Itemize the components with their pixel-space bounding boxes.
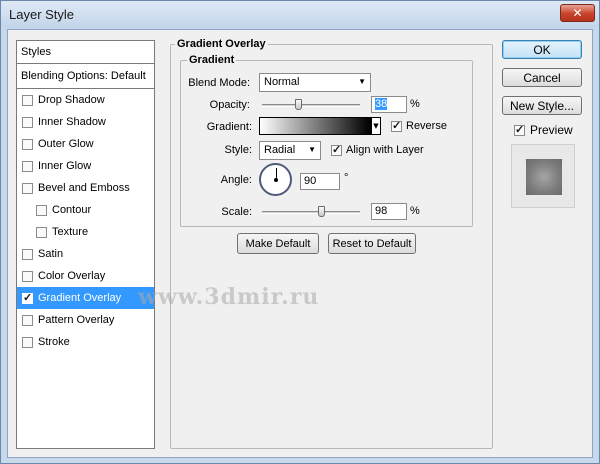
title-bar[interactable]: Layer Style ✕ — [1, 1, 599, 28]
align-layer-checkbox[interactable] — [331, 143, 342, 156]
sidebar-item-label: Satin — [38, 248, 64, 260]
dialog-client-area: Styles Blending Options: Default Drop Sh… — [7, 29, 593, 458]
style-value: Radial — [264, 144, 296, 156]
angle-value: 90 — [304, 175, 317, 187]
style-dropdown[interactable]: Radial ▼ — [259, 141, 321, 160]
sidebar-item-label: Inner Glow — [38, 160, 92, 172]
style-checkbox[interactable] — [22, 182, 33, 194]
chevron-down-icon: ▼ — [358, 77, 366, 86]
opacity-value: 38 — [375, 98, 388, 110]
sidebar-item-stroke[interactable]: Stroke — [17, 331, 154, 353]
sidebar-item-label: Pattern Overlay — [38, 314, 115, 326]
gradient-picker-arrow[interactable]: ▼ — [371, 117, 381, 135]
sidebar-item-drop-shadow[interactable]: Drop Shadow — [17, 89, 154, 111]
sidebar-item-texture[interactable]: Texture — [17, 221, 154, 243]
opacity-label: Opacity: — [209, 99, 250, 111]
sidebar-item-label: Bevel and Emboss — [38, 182, 130, 194]
sidebar-item-inner-glow[interactable]: Inner Glow — [17, 155, 154, 177]
angle-center-dot — [274, 178, 278, 182]
sidebar-item-contour[interactable]: Contour — [17, 199, 154, 221]
reverse-label: Reverse — [406, 120, 447, 132]
scale-unit: % — [410, 205, 420, 217]
blend-mode-value: Normal — [264, 76, 300, 88]
style-preview-thumbnail — [511, 144, 575, 208]
blending-options-item[interactable]: Blending Options: Default — [17, 64, 154, 89]
style-checkbox[interactable] — [22, 270, 33, 282]
close-button[interactable]: ✕ — [560, 4, 595, 22]
angle-dial[interactable] — [259, 163, 292, 196]
preview-label: Preview — [530, 123, 573, 137]
sidebar-item-label: Outer Glow — [38, 138, 94, 150]
watermark-text: www.3dmir.ru — [138, 284, 320, 310]
preview-checkbox[interactable] — [514, 123, 525, 136]
gradient-label: Gradient: — [206, 121, 252, 133]
angle-unit: ° — [344, 172, 349, 184]
style-checkbox[interactable] — [36, 204, 47, 216]
cancel-button[interactable]: Cancel — [502, 68, 582, 87]
chevron-down-icon: ▼ — [308, 145, 316, 154]
scale-slider-thumb[interactable] — [317, 206, 325, 217]
scale-slider-track[interactable] — [262, 211, 360, 214]
sidebar-item-satin[interactable]: Satin — [17, 243, 154, 265]
preview-checkbox-row[interactable]: Preview — [514, 123, 573, 137]
sidebar-item-pattern-overlay[interactable]: Pattern Overlay — [17, 309, 154, 331]
align-layer-checkbox-row[interactable]: Align with Layer — [331, 143, 424, 156]
sidebar-item-label: Texture — [52, 226, 89, 238]
opacity-input[interactable]: 38 — [371, 96, 407, 113]
style-checkbox[interactable] — [22, 160, 33, 172]
sidebar-item-bevel-and-emboss[interactable]: Bevel and Emboss — [17, 177, 154, 199]
styles-list: Styles Blending Options: Default Drop Sh… — [16, 40, 155, 449]
preview-swatch — [526, 159, 562, 195]
align-layer-label: Align with Layer — [346, 144, 424, 156]
sidebar-item-outer-glow[interactable]: Outer Glow — [17, 133, 154, 155]
opacity-slider-track[interactable] — [262, 104, 360, 107]
styles-header[interactable]: Styles — [17, 41, 154, 64]
close-icon: ✕ — [572, 6, 583, 20]
angle-input[interactable]: 90 — [300, 173, 340, 190]
sidebar-item-label: Inner Shadow — [38, 116, 106, 128]
sidebar-item-label: Stroke — [38, 336, 70, 348]
sidebar-item-label: Gradient Overlay — [38, 292, 122, 304]
sidebar-item-label: Contour — [52, 204, 92, 216]
style-label: Style: — [224, 144, 252, 156]
blend-mode-dropdown[interactable]: Normal ▼ — [259, 73, 371, 92]
window-title: Layer Style — [9, 7, 75, 22]
style-checkbox[interactable] — [22, 94, 33, 106]
gradient-subgroup-title: Gradient — [187, 54, 237, 66]
ok-button[interactable]: OK — [502, 40, 582, 59]
scale-label: Scale: — [221, 206, 252, 218]
sidebar-item-gradient-overlay[interactable]: Gradient Overlay — [17, 287, 154, 309]
style-checkbox[interactable] — [22, 314, 33, 326]
style-checkbox[interactable] — [22, 336, 33, 348]
gradient-overlay-title: Gradient Overlay — [175, 38, 268, 50]
make-default-button[interactable]: Make Default — [237, 233, 319, 254]
sidebar-item-color-overlay[interactable]: Color Overlay — [17, 265, 154, 287]
sidebar-item-inner-shadow[interactable]: Inner Shadow — [17, 111, 154, 133]
reset-to-default-button[interactable]: Reset to Default — [328, 233, 416, 254]
style-checkbox[interactable] — [22, 138, 33, 150]
chevron-down-icon: ▼ — [373, 122, 379, 130]
sidebar-item-label: Color Overlay — [38, 270, 106, 282]
sidebar-item-label: Drop Shadow — [38, 94, 105, 106]
opacity-slider-thumb[interactable] — [295, 99, 303, 110]
style-checkbox[interactable] — [36, 226, 47, 238]
style-checkbox[interactable] — [22, 291, 33, 304]
new-style-button[interactable]: New Style... — [502, 96, 582, 115]
style-checkbox[interactable] — [22, 248, 33, 260]
scale-value: 98 — [375, 205, 388, 217]
reverse-checkbox[interactable] — [391, 119, 402, 132]
reverse-checkbox-row[interactable]: Reverse — [391, 119, 447, 132]
layer-style-window: Layer Style ✕ Styles Blending Options: D… — [0, 0, 600, 464]
style-checkbox[interactable] — [22, 116, 33, 128]
opacity-unit: % — [410, 98, 420, 110]
gradient-preview-bar[interactable] — [259, 117, 371, 135]
angle-label: Angle: — [220, 174, 252, 186]
blend-mode-label: Blend Mode: — [188, 77, 250, 89]
scale-input[interactable]: 98 — [371, 203, 407, 220]
